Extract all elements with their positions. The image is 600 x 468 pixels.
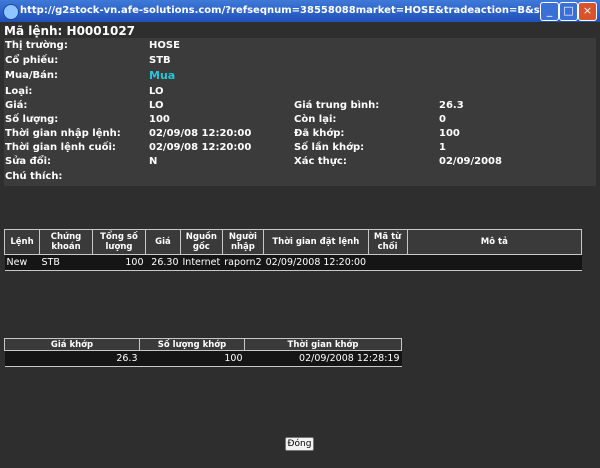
- column-header: Thời gian khớp: [244, 338, 402, 351]
- close-window-button[interactable]: ×: [578, 2, 597, 21]
- column-header: Người nhập: [221, 229, 265, 255]
- quantity-label: Số lượng:: [5, 114, 59, 125]
- column-header: Số lượng khớp: [139, 338, 245, 351]
- order-user-cell: raporn2: [222, 254, 264, 271]
- last-time-value: 02/09/08 12:20:00: [149, 142, 252, 153]
- minimize-button[interactable]: _: [540, 2, 559, 21]
- order-time-cell: 02/09/2008 12:20:00: [263, 254, 369, 271]
- market-label: Thị trường:: [5, 40, 68, 51]
- window-titlebar: http://g2stock-vn.afe-solutions.com/?ref…: [0, 0, 600, 22]
- modified-label: Sửa đổi:: [5, 156, 52, 167]
- match-time-cell: 02/09/2008 12:28:19: [244, 350, 402, 367]
- avg-price-value: 26.3: [439, 100, 464, 111]
- column-header: Chứng khoán: [39, 229, 93, 255]
- matched-label: Đã khớp:: [294, 128, 345, 139]
- order-stock-cell: STB: [39, 254, 93, 271]
- remaining-label: Còn lại:: [294, 114, 337, 125]
- window-title: http://g2stock-vn.afe-solutions.com/?ref…: [20, 5, 550, 16]
- order-description-cell: [407, 254, 582, 271]
- price-label: Giá:: [5, 100, 28, 111]
- match-count-value: 1: [439, 142, 446, 153]
- match-count-label: Số lần khớp:: [294, 142, 365, 153]
- column-header: Lệnh: [4, 229, 40, 255]
- table-row: New STB 100 26.30 Internet raporn2 02/09…: [4, 254, 582, 271]
- table-header-row: Giá khớp Số lượng khớp Thời gian khớp: [4, 338, 402, 351]
- column-header: Nguồn gốc: [180, 229, 223, 255]
- price-value: LO: [149, 100, 164, 111]
- maximize-button[interactable]: □: [559, 2, 578, 21]
- order-action-cell: New: [4, 254, 40, 271]
- match-quantity-cell: 100: [139, 350, 245, 367]
- side-value: Mua: [149, 69, 176, 82]
- internet-explorer-icon: [3, 4, 19, 20]
- type-label: Loại:: [5, 86, 33, 97]
- column-header: Tổng số lượng: [92, 229, 146, 255]
- order-detail-page: Mã lệnh: H0001027 Thị trường: HOSE Cổ ph…: [0, 22, 600, 468]
- side-label: Mua/Bán:: [5, 70, 58, 81]
- column-header: Thời gian đặt lệnh: [263, 229, 369, 255]
- order-source-cell: Internet: [180, 254, 223, 271]
- remaining-value: 0: [439, 114, 446, 125]
- table-header-row: Lệnh Chứng khoán Tổng số lượng Giá Nguồn…: [4, 229, 583, 255]
- note-label: Chú thích:: [5, 171, 63, 182]
- matched-value: 100: [439, 128, 460, 139]
- order-quantity-cell: 100: [92, 254, 146, 271]
- match-price-cell: 26.3: [4, 350, 140, 367]
- avg-price-label: Giá trung bình:: [294, 100, 380, 111]
- type-value: LO: [149, 86, 164, 97]
- order-history-table: Lệnh Chứng khoán Tổng số lượng Giá Nguồn…: [4, 229, 583, 271]
- match-table: Giá khớp Số lượng khớp Thời gian khớp 26…: [4, 338, 402, 367]
- table-row: 26.3 100 02/09/2008 12:28:19: [4, 350, 402, 367]
- stock-label: Cổ phiếu:: [5, 55, 59, 66]
- column-header: Giá: [145, 229, 181, 255]
- order-reject-code-cell: [368, 254, 408, 271]
- order-price-cell: 26.30: [145, 254, 181, 271]
- modified-value: N: [149, 156, 158, 167]
- column-header: Mã từ chối: [367, 229, 408, 255]
- page-title: Mã lệnh: H0001027: [4, 24, 136, 38]
- entry-time-value: 02/09/08 12:20:00: [149, 128, 252, 139]
- column-header: Giá khớp: [4, 338, 140, 351]
- confirmed-value: 02/09/2008: [439, 156, 502, 167]
- order-detail-panel: Thị trường: HOSE Cổ phiếu: STB Mua/Bán: …: [4, 38, 596, 186]
- confirmed-label: Xác thực:: [294, 156, 347, 167]
- last-time-label: Thời gian lệnh cuối:: [5, 142, 116, 153]
- column-header: Mô tả: [406, 229, 583, 255]
- stock-value: STB: [149, 55, 171, 66]
- quantity-value: 100: [149, 114, 170, 125]
- close-button[interactable]: Đóng: [285, 437, 314, 451]
- entry-time-label: Thời gian nhập lệnh:: [5, 128, 121, 139]
- market-value: HOSE: [149, 40, 180, 51]
